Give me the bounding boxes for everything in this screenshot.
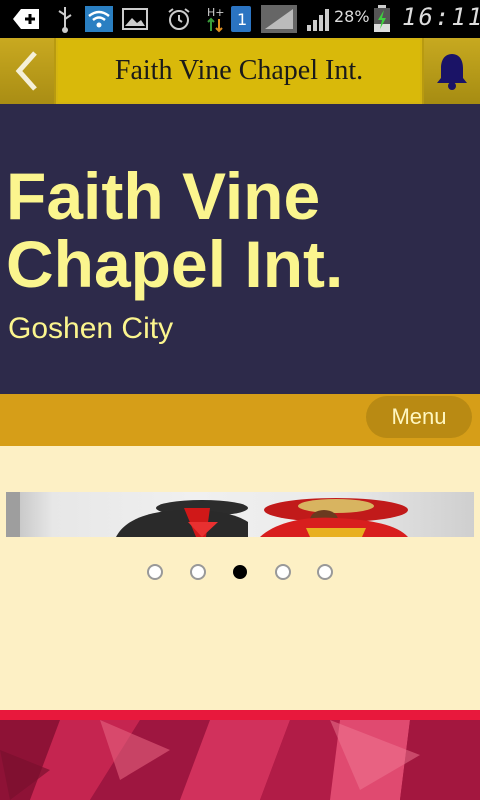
menu-button[interactable]: Menu: [366, 396, 472, 438]
signal-icon: [260, 5, 298, 33]
site-subtitle: Goshen City: [8, 312, 174, 345]
slider-dot[interactable]: [147, 564, 163, 580]
notifications-button[interactable]: [422, 38, 480, 104]
notification-count: 1: [237, 10, 247, 29]
status-bar: H+ 1 28% 16:11: [0, 0, 480, 38]
header-title: Faith Vine Chapel Int.: [114, 55, 364, 86]
clock: 16:11: [402, 3, 480, 31]
slider-dot[interactable]: [275, 564, 291, 580]
footer-banner: [0, 710, 480, 800]
bell-icon: [437, 54, 467, 90]
battery-percent: 28%: [334, 7, 370, 26]
image-icon: [120, 5, 150, 33]
slider-dot-active[interactable]: [233, 565, 247, 579]
back-button[interactable]: [0, 38, 56, 104]
sim-badge-icon: 1: [230, 5, 252, 33]
main-content: [0, 446, 480, 710]
chevron-left-icon: [15, 51, 37, 91]
app-header: Faith Vine Chapel Int.: [0, 38, 480, 104]
menu-bar: Menu: [0, 394, 480, 446]
slider-dots: [0, 564, 480, 584]
svg-text:H+: H+: [207, 6, 225, 19]
wifi-icon: [84, 5, 114, 33]
menu-label: Menu: [391, 404, 447, 429]
add-icon: [12, 5, 42, 33]
usb-icon: [54, 5, 76, 33]
header-title-box: Faith Vine Chapel Int.: [58, 40, 420, 102]
slider-dot[interactable]: [190, 564, 206, 580]
battery-icon: [372, 5, 392, 33]
slider-dot[interactable]: [317, 564, 333, 580]
site-title: Faith Vine Chapel Int.: [6, 159, 344, 301]
signal-icon: [306, 5, 332, 33]
alarm-icon: [164, 5, 194, 33]
hero-banner: Faith Vine Chapel Int. Goshen City: [0, 104, 480, 394]
data-arrows-icon: H+: [204, 5, 226, 33]
slide-image[interactable]: [6, 492, 474, 537]
